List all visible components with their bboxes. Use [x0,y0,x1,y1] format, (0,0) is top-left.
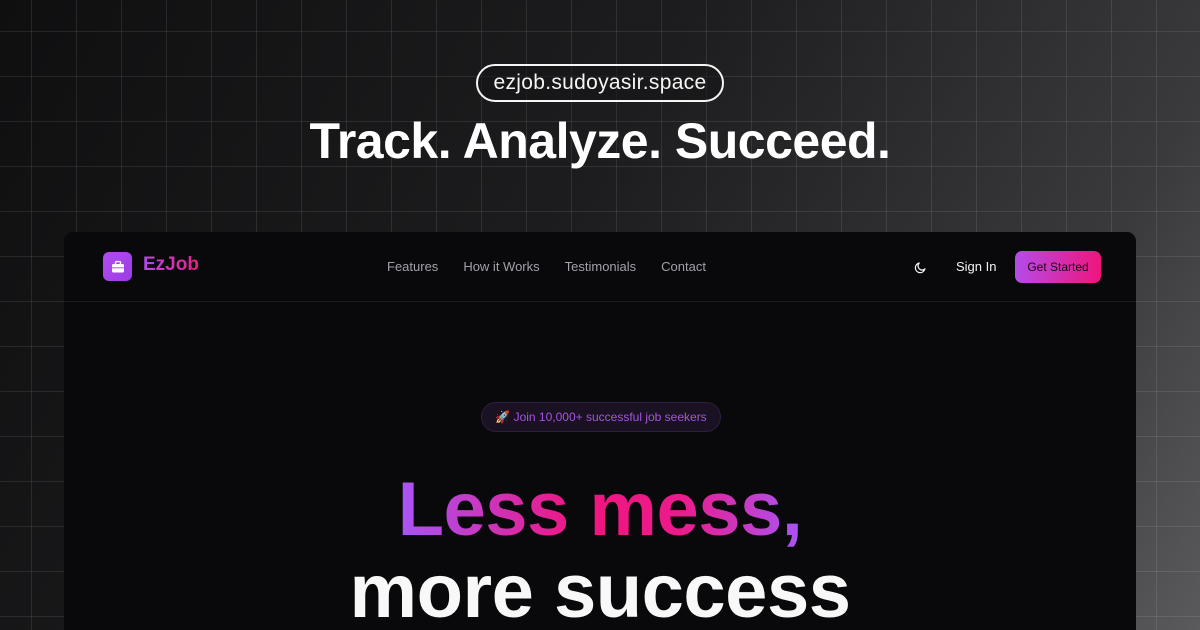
navbar: EzJob Features How it Works Testimonials… [64,232,1136,302]
app-preview-window: EzJob Features How it Works Testimonials… [64,232,1136,630]
sign-in-button[interactable]: Sign In [956,259,996,274]
nav-link-how-it-works[interactable]: How it Works [463,259,539,274]
nav-link-features[interactable]: Features [387,259,438,274]
domain-pill: ezjob.sudoyasir.space [476,64,724,102]
nav-link-testimonials[interactable]: Testimonials [565,259,637,274]
nav-link-contact[interactable]: Contact [661,259,706,274]
get-started-button[interactable]: Get Started [1015,251,1101,283]
banner-headline: Track. Analyze. Succeed. [309,113,891,169]
logo[interactable] [103,252,132,281]
nav-links: Features How it Works Testimonials Conta… [387,259,706,274]
moon-icon [914,261,926,273]
hero-title-line1: Less mess, [64,472,1136,548]
theme-toggle-button[interactable] [912,259,928,275]
hero-title-gradient-text: Less mess, [397,467,803,552]
join-badge: 🚀 Join 10,000+ successful job seekers [481,402,721,432]
briefcase-icon [111,260,124,272]
hero-title-line2: more success [349,549,852,630]
brand-name[interactable]: EzJob [143,254,199,276]
